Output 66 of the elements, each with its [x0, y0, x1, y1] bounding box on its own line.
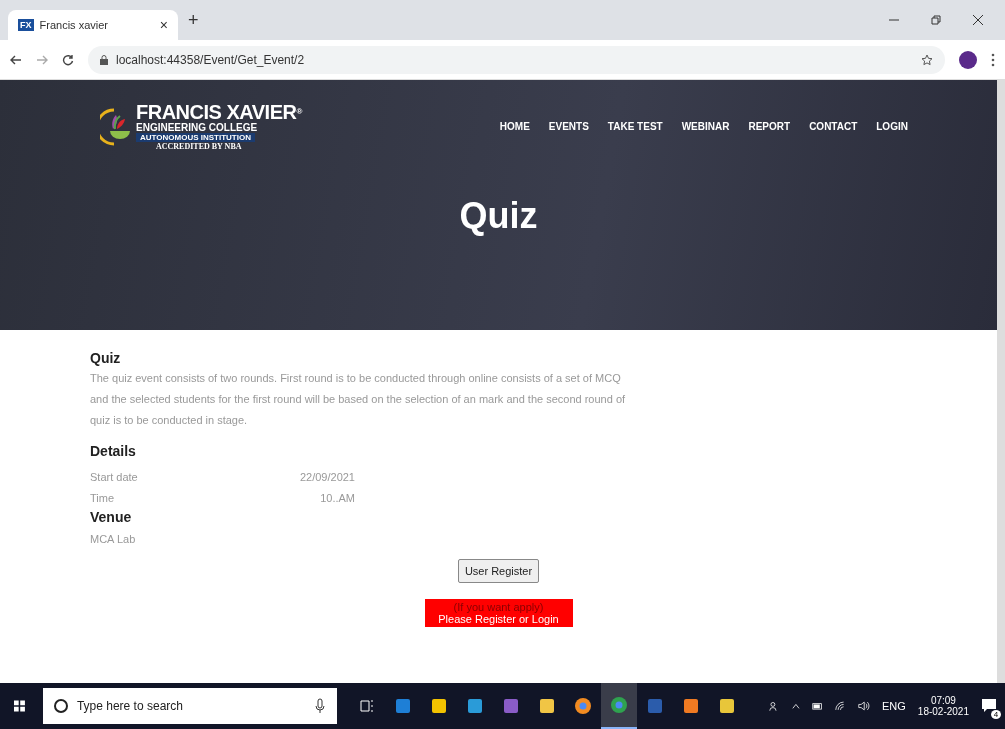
accreditation-text: ACCREDITED BY NBA: [156, 142, 242, 151]
registered-mark: ®: [296, 107, 302, 116]
college-subtitle: ENGINEERING COLLEGE: [136, 122, 258, 133]
taskbar-app[interactable]: [600, 683, 637, 729]
app-icon: [645, 697, 664, 715]
detail-label: Time: [90, 491, 115, 506]
browser-tab[interactable]: FX Francis xavier ×: [8, 10, 178, 40]
nav-link[interactable]: LOGIN: [876, 121, 908, 132]
user-register-button[interactable]: User Register: [457, 559, 540, 583]
profile-avatar[interactable]: [959, 50, 977, 69]
nav-link[interactable]: WEBINAR: [681, 121, 730, 132]
venue-text: MCA Lab: [90, 533, 137, 545]
people-icon[interactable]: [768, 699, 780, 713]
detail-label: Start date: [90, 470, 138, 485]
language-indicator[interactable]: ENG: [882, 700, 906, 712]
nav-link[interactable]: CONTACT: [809, 121, 858, 132]
notice-text: Please Register or Login: [438, 613, 559, 625]
battery-icon[interactable]: [811, 701, 823, 711]
windows-start-icon[interactable]: [14, 699, 25, 713]
notification-icon[interactable]: [981, 697, 997, 713]
menu-icon[interactable]: [991, 52, 995, 67]
college-name: FRANCIS XAVIER: [136, 101, 297, 123]
wifi-icon[interactable]: [834, 700, 846, 712]
clock-time[interactable]: 07:09: [930, 695, 956, 706]
taskbar-search-field[interactable]: Type here to search: [42, 688, 337, 724]
notification-count: 4: [991, 710, 1001, 719]
browser-app-icon: [609, 696, 628, 714]
volume-icon[interactable]: [857, 700, 870, 712]
star-icon[interactable]: [921, 53, 933, 66]
lock-icon: [100, 54, 108, 65]
reload-icon[interactable]: [62, 53, 74, 66]
event-description: The quiz event consists of two rounds. First round is to be conducted through online consists of a set of MCQ and the selected students for the first round will be based on the selection of an mark and the second round of quiz is to be conducted in stage.: [90, 371, 627, 428]
detail-value: 22/09/2021: [299, 470, 355, 485]
details-heading: Details: [90, 443, 137, 459]
restore-icon[interactable]: [931, 15, 941, 25]
clock-date[interactable]: 18-02-2021: [917, 706, 969, 717]
favicon: FX: [18, 19, 34, 31]
event-title: Quiz: [90, 350, 122, 366]
app-icon: [501, 697, 520, 715]
microphone-icon[interactable]: [314, 698, 325, 714]
autonomous-band: AUTONOMOUS INSTITUTION: [136, 133, 255, 142]
nav-link[interactable]: REPORT: [748, 121, 791, 132]
nav-link[interactable]: TAKE TEST: [607, 121, 663, 132]
task-view-icon: [358, 698, 375, 714]
nav-link[interactable]: HOME: [499, 121, 530, 132]
new-tab-button[interactable]: +: [188, 9, 199, 31]
page-title: Quiz: [458, 195, 539, 237]
close-tab-button[interactable]: ×: [159, 17, 168, 33]
cortana-icon: [52, 698, 69, 714]
browser-app-icon: [573, 697, 592, 715]
notice-hint: (If you want apply): [453, 601, 544, 613]
tab-title: Francis xavier: [39, 19, 109, 31]
url-text: localhost:44358/Event/Get_Event/2: [116, 52, 305, 67]
back-icon[interactable]: [10, 53, 22, 66]
app-icon: [537, 697, 556, 715]
close-icon[interactable]: [973, 15, 983, 25]
app-icon: [429, 697, 448, 715]
detail-value: 10..AM: [320, 491, 355, 506]
address-bar[interactable]: localhost:44358/Event/Get_Event/2: [88, 45, 945, 74]
app-icon: [717, 697, 736, 715]
app-icon: [465, 697, 484, 715]
nav-link[interactable]: EVENTS: [548, 121, 589, 132]
app-icon: [681, 697, 700, 715]
venue-heading: Venue: [90, 509, 133, 525]
chevron-up-icon[interactable]: [791, 702, 800, 710]
app-icon: [393, 697, 412, 715]
